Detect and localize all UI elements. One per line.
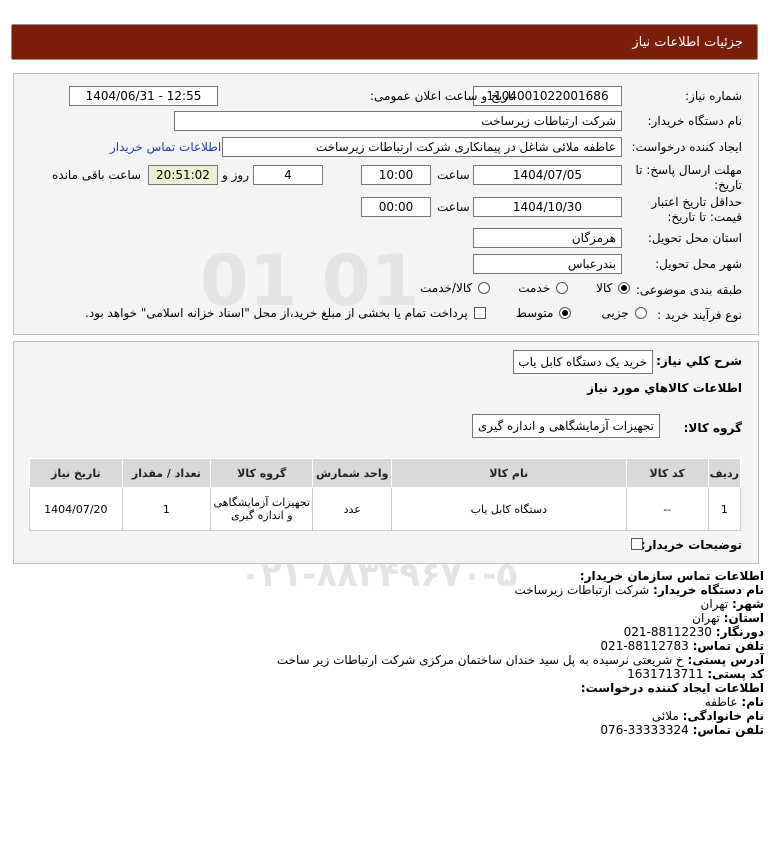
cell-group: تجهیزات آزمایشگاهی و اندازه گیری [210, 487, 314, 531]
category-service-label: خدمت [518, 281, 551, 295]
goods-group-field: تجهیزات آزمایشگاهی و اندازه گیری [472, 414, 660, 438]
process-medium-label: متوسط [515, 306, 554, 320]
remaining-time-field: 20:51:02 [148, 165, 218, 185]
col-group: گروه کالا [210, 458, 314, 488]
city-field: بندرعباس [473, 254, 622, 274]
announce-field: 1404/06/31 - 12:55 [69, 86, 218, 106]
page-header: جزئیات اطلاعات نیاز [11, 24, 758, 60]
cell-code: -- [625, 487, 709, 531]
contact-line: اطلاعات تماس سازمان خریدار: [579, 569, 764, 583]
remaining-time-label: ساعت باقی مانده [52, 168, 142, 182]
announce-label: تاریخ و ساعت اعلان عمومی: [370, 89, 515, 103]
col-name: نام کالا [391, 458, 627, 488]
need-number-label: شماره نیاز: [685, 89, 742, 103]
buyer-notes-label: توضیحات خریدار: [640, 538, 742, 552]
category-goods-label: کالا [596, 281, 613, 295]
cell-qty: 1 [121, 487, 212, 531]
validity-time-label: ساعت [437, 200, 470, 214]
treasury-payment-checkbox[interactable] [473, 307, 486, 319]
validity-label: حداقل تاریخ اعتبار قیمت: تا تاریخ: [651, 195, 742, 224]
validity-time-field: 00:00 [361, 197, 431, 217]
cell-unit: عدد [312, 487, 393, 531]
contact-line: دورنگار: 021-88112230 [623, 625, 764, 639]
table-row: 1 -- دستگاه کابل یاب عدد تجهیزات آزمایشگ… [29, 487, 742, 531]
contact-line: تلفن تماس: 076-33333324 [600, 723, 764, 737]
col-code: کد کالا [625, 458, 709, 488]
buyer-org-label: نام دستگاه خریدار: [647, 114, 743, 128]
contact-line: کد پستی: 1631713711 [627, 667, 764, 681]
process-minor-radio[interactable] [634, 307, 647, 319]
deadline-label: مهلت ارسال پاسخ: تا تاریخ: [635, 163, 742, 192]
category-label: طبقه بندی موضوعی: [635, 283, 742, 297]
validity-date-field: 1404/10/30 [473, 197, 622, 217]
contact-section: اطلاعات تماس سازمان خریدار: نام دستگاه خ… [277, 569, 764, 737]
summary-label: شرح كلي نياز: [656, 354, 742, 368]
col-qty: تعداد / مقدار [121, 458, 212, 488]
process-minor-label: جزیی [601, 306, 629, 320]
buyer-contact-link[interactable]: اطلاعات تماس خریدار [110, 140, 221, 154]
category-goods-radio[interactable] [618, 282, 631, 294]
days-label: روز و [222, 168, 249, 182]
province-label: استان محل تحویل: [647, 231, 742, 245]
deadline-date-field: 1404/07/05 [473, 165, 622, 185]
cell-name: دستگاه کابل یاب [391, 487, 627, 531]
category-goods-service-label: کالا/خدمت [420, 281, 473, 295]
col-date: تاریخ نیاز [29, 458, 123, 488]
category-goods-service-radio[interactable] [478, 282, 491, 294]
days-remaining-field: 4 [253, 165, 323, 185]
deadline-time-field: 10:00 [361, 165, 431, 185]
city-label: شهر محل تحویل: [655, 257, 742, 271]
process-options: جزیی متوسط پرداخت تمام یا بخشی از مبلغ خ… [85, 306, 647, 320]
goods-table-header: ردیف کد کالا نام کالا واحد شمارش گروه کا… [29, 458, 742, 488]
contact-line: استان: تهران [692, 611, 764, 625]
page-title: جزئیات اطلاعات نیاز [632, 34, 743, 50]
contact-line: شهر: تهران [700, 597, 764, 611]
col-row: ردیف [707, 458, 742, 488]
cell-date: 1404/07/20 [29, 487, 123, 531]
contact-line: نام خانوادگی: ملائی [651, 709, 764, 723]
category-service-radio[interactable] [556, 282, 569, 294]
contact-line: نام: عاطفه [704, 695, 764, 709]
process-medium-radio[interactable] [559, 307, 572, 319]
creator-label: ایجاد کننده درخواست: [631, 140, 742, 154]
treasury-payment-note: پرداخت تمام یا بخشی از مبلغ خرید،از محل … [85, 306, 468, 320]
deadline-time-label: ساعت [437, 168, 470, 182]
category-options: کالا خدمت کالا/خدمت [420, 281, 631, 295]
creator-field: عاطفه ملائی شاغل در پیمانکاری شرکت ارتبا… [222, 137, 622, 157]
contact-line: نام دستگاه خریدار: شرکت ارتباطات زیرساخت [514, 583, 764, 597]
contact-line: تلفن تماس: 021-88112783 [600, 639, 764, 653]
col-unit: واحد شمارش [312, 458, 393, 488]
contact-line: اطلاعات ایجاد کننده درخواست: [580, 681, 764, 695]
cell-row: 1 [707, 487, 742, 531]
goods-group-label: گروه کالا: [683, 421, 742, 435]
buyer-org-field: شرکت ارتباطات زیرساخت [174, 111, 622, 131]
process-label: نوع فرآیند خرید : [657, 308, 742, 322]
contact-line: آدرس پستی: خ شریعتی نرسیده به پل سید خند… [276, 653, 764, 667]
province-field: هرمزگان [473, 228, 622, 248]
summary-field: خرید یک دستگاه کابل یاب [513, 350, 653, 374]
buyer-notes-checkbox[interactable] [631, 538, 643, 550]
goods-table: ردیف کد کالا نام کالا واحد شمارش گروه کا… [29, 458, 742, 531]
goods-info-title: اطلاعات كالاهاي مورد نياز [587, 381, 742, 395]
